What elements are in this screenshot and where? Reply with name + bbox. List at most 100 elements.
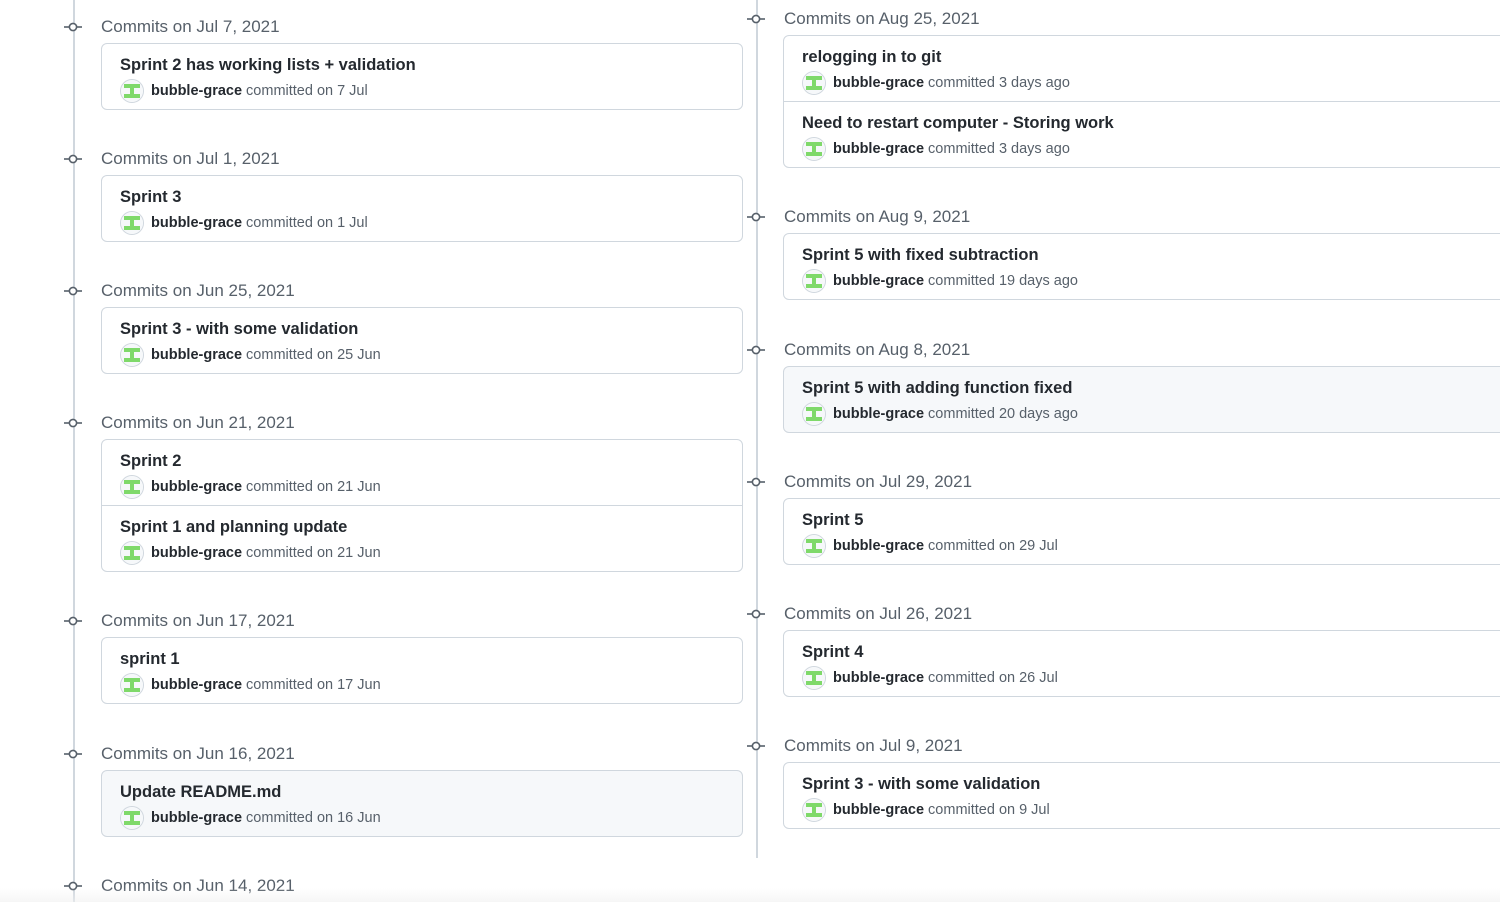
commit-author-link[interactable]: bubble-grace [151, 215, 242, 231]
commit-message-link[interactable]: Need to restart computer - Storing work [802, 114, 1114, 133]
identicon-avatar[interactable] [120, 673, 144, 697]
commit-author-link[interactable]: bubble-grace [151, 545, 242, 561]
commit-verb: committed [928, 273, 995, 289]
commit-message-link[interactable]: Sprint 3 - with some validation [802, 775, 1040, 794]
identicon-avatar[interactable] [802, 402, 826, 426]
commit-row[interactable]: Sprint 3 bubble-grace committed on 1 Jul [102, 176, 742, 241]
commit-list: relogging in to git bubble-grace committ… [783, 35, 1500, 168]
commit-row[interactable]: relogging in to git bubble-grace committ… [784, 36, 1500, 101]
commit-message-link[interactable]: Sprint 4 [802, 643, 863, 662]
identicon-avatar[interactable] [802, 71, 826, 95]
commit-author-link[interactable]: bubble-grace [833, 802, 924, 818]
commit-row[interactable]: Update README.md bubble-grace committed … [102, 771, 742, 836]
commit-verb: committed [928, 538, 995, 554]
commit-group-date: Commits on Jul 1, 2021 [101, 149, 280, 168]
identicon-avatar[interactable] [802, 269, 826, 293]
commit-meta: bubble-grace committed on 1 Jul [120, 211, 368, 235]
commit-group-header: Commits on Jun 17, 2021 [0, 607, 710, 635]
git-commit-icon [747, 607, 765, 621]
commit-author-link[interactable]: bubble-grace [833, 141, 924, 157]
commit-row[interactable]: Sprint 1 and planning update bubble-grac… [102, 505, 742, 571]
identicon-avatar[interactable] [802, 534, 826, 558]
commit-author-link[interactable]: bubble-grace [833, 538, 924, 554]
commit-author-link[interactable]: bubble-grace [833, 670, 924, 686]
commit-row[interactable]: Sprint 3 - with some validation bubble-g… [102, 308, 742, 373]
commit-group: Commits on Jun 16, 2021 Update README.md… [0, 740, 743, 837]
commit-author-link[interactable]: bubble-grace [833, 273, 924, 289]
commit-row[interactable]: Sprint 5 bubble-grace committed on 29 Ju… [784, 499, 1500, 564]
commit-message-link[interactable]: Update README.md [120, 783, 281, 802]
commit-author-link[interactable]: bubble-grace [833, 406, 924, 422]
commit-meta: bubble-grace committed 20 days ago [802, 402, 1078, 426]
commit-group-header: Commits on Jul 9, 2021 [700, 732, 1500, 760]
commit-time: 3 days ago [998, 75, 1070, 91]
commit-verb: committed [246, 83, 313, 99]
commit-message-link[interactable]: Sprint 1 and planning update [120, 518, 347, 537]
commit-group-header: Commits on Jul 29, 2021 [700, 468, 1500, 496]
commit-row[interactable]: Sprint 5 with fixed subtraction bubble-g… [784, 234, 1500, 299]
commit-group: Commits on Jul 26, 2021 Sprint 4 bubble-… [700, 600, 1500, 697]
commit-list: Sprint 3 - with some validation bubble-g… [783, 762, 1500, 829]
commit-row[interactable]: Sprint 5 with adding function fixed bubb… [784, 367, 1500, 432]
commit-list: Sprint 4 bubble-grace committed on 26 Ju… [783, 630, 1500, 697]
commit-group-date: Commits on Jul 9, 2021 [784, 736, 963, 755]
commit-verb: committed [928, 802, 995, 818]
commit-message-link[interactable]: Sprint 5 with fixed subtraction [802, 246, 1039, 265]
commit-list: Sprint 5 bubble-grace committed on 29 Ju… [783, 498, 1500, 565]
commit-verb: committed [246, 810, 313, 826]
commit-time: on 21 Jun [316, 545, 381, 561]
identicon-avatar[interactable] [120, 211, 144, 235]
commit-list: Sprint 5 with adding function fixed bubb… [783, 366, 1500, 433]
commit-message-link[interactable]: Sprint 3 [120, 188, 181, 207]
commit-row[interactable]: Sprint 4 bubble-grace committed on 26 Ju… [784, 631, 1500, 696]
commit-verb: committed [246, 677, 313, 693]
commit-message-link[interactable]: relogging in to git [802, 48, 941, 67]
commit-author-link[interactable]: bubble-grace [151, 479, 242, 495]
commit-list: Sprint 2 bubble-grace committed on 21 Ju… [101, 439, 743, 572]
identicon-avatar[interactable] [120, 475, 144, 499]
commit-meta: bubble-grace committed 19 days ago [802, 269, 1078, 293]
identicon-avatar[interactable] [802, 666, 826, 690]
commit-time: on 25 Jun [316, 347, 381, 363]
commit-message-link[interactable]: Sprint 5 with adding function fixed [802, 379, 1072, 398]
commit-author-link[interactable]: bubble-grace [151, 83, 242, 99]
commit-row[interactable]: Sprint 2 has working lists + validation … [102, 44, 742, 109]
commit-list: sprint 1 bubble-grace committed on 17 Ju… [101, 637, 743, 704]
commit-message-link[interactable]: Sprint 2 [120, 452, 181, 471]
commit-row[interactable]: Sprint 3 - with some validation bubble-g… [784, 763, 1500, 828]
git-commit-icon [747, 210, 765, 224]
commit-author-link[interactable]: bubble-grace [151, 677, 242, 693]
commit-author-link[interactable]: bubble-grace [151, 347, 242, 363]
commit-meta: bubble-grace committed on 29 Jul [802, 534, 1058, 558]
commit-message-link[interactable]: Sprint 3 - with some validation [120, 320, 358, 339]
commit-group-date: Commits on Jul 29, 2021 [784, 472, 973, 491]
commit-list: Sprint 3 - with some validation bubble-g… [101, 307, 743, 374]
commit-author-link[interactable]: bubble-grace [151, 810, 242, 826]
commit-author-link[interactable]: bubble-grace [833, 75, 924, 91]
git-commit-icon [64, 416, 82, 430]
commit-meta: bubble-grace committed on 26 Jul [802, 666, 1058, 690]
commit-message-link[interactable]: Sprint 5 [802, 511, 863, 530]
commit-message-link[interactable]: sprint 1 [120, 650, 180, 669]
commit-list: Update README.md bubble-grace committed … [101, 770, 743, 837]
commit-list: Sprint 5 with fixed subtraction bubble-g… [783, 233, 1500, 300]
git-commit-icon [64, 20, 82, 34]
identicon-avatar[interactable] [802, 798, 826, 822]
commit-group: Commits on Jun 17, 2021 sprint 1 bubble-… [0, 607, 743, 704]
commit-message-link[interactable]: Sprint 2 has working lists + validation [120, 56, 416, 75]
identicon-avatar[interactable] [120, 541, 144, 565]
commit-group-header: Commits on Jun 16, 2021 [0, 740, 710, 768]
commit-verb: committed [246, 215, 313, 231]
commit-time: on 9 Jul [998, 802, 1050, 818]
commit-group-date: Commits on Jun 17, 2021 [101, 611, 295, 630]
commit-meta: bubble-grace committed on 16 Jun [120, 806, 381, 830]
commit-group-date: Commits on Aug 8, 2021 [784, 340, 971, 359]
identicon-avatar[interactable] [120, 343, 144, 367]
commit-row[interactable]: Need to restart computer - Storing work … [784, 101, 1500, 167]
commit-row[interactable]: Sprint 2 bubble-grace committed on 21 Ju… [102, 440, 742, 505]
commit-row[interactable]: sprint 1 bubble-grace committed on 17 Ju… [102, 638, 742, 703]
identicon-avatar[interactable] [120, 806, 144, 830]
commit-time: 20 days ago [998, 406, 1078, 422]
identicon-avatar[interactable] [802, 137, 826, 161]
identicon-avatar[interactable] [120, 79, 144, 103]
